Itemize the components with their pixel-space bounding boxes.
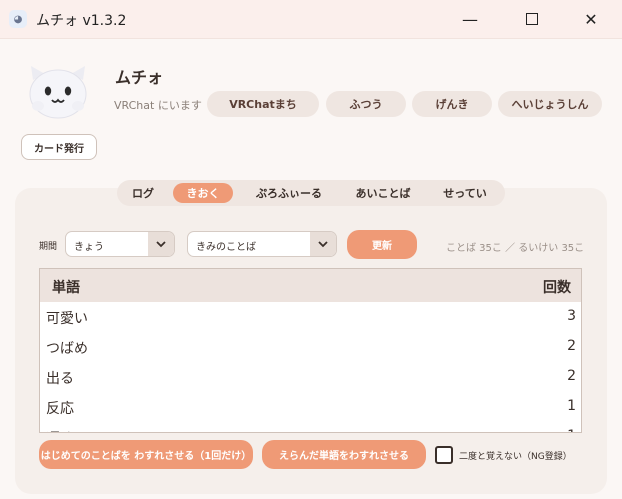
status-pill-vrchat[interactable]: VRChatまち: [207, 91, 319, 117]
table-header: 単語 回数: [40, 269, 581, 302]
row-word: 出る: [46, 371, 74, 387]
row-count: 2: [567, 338, 576, 354]
header-count[interactable]: 回数: [543, 277, 571, 297]
close-icon[interactable]: ✕: [571, 6, 611, 32]
profile-name: ムチォ: [115, 68, 164, 87]
row-count: 1: [567, 428, 576, 432]
status-pill-energy[interactable]: げんき: [412, 91, 492, 117]
row-word: 遅く: [46, 428, 74, 432]
card-issue-button[interactable]: カード発行: [21, 134, 97, 160]
period-select[interactable]: きょう: [65, 231, 175, 257]
period-value: きょう: [74, 242, 104, 253]
mascot-avatar-icon: [29, 66, 87, 119]
ng-register-checkbox[interactable]: [435, 446, 453, 464]
update-button[interactable]: 更新: [347, 230, 417, 259]
tab-memory[interactable]: きおく: [173, 183, 233, 203]
table-row[interactable]: 可愛い 3: [40, 302, 581, 332]
tab-settings[interactable]: せってい: [431, 183, 499, 203]
tab-bar: ログ きおく ぷろふぃーる あいことば せってい: [117, 180, 505, 206]
row-count: 1: [567, 398, 576, 414]
maximize-icon[interactable]: [512, 6, 552, 32]
word-table[interactable]: 単語 回数 可愛い 3 つばめ 2 出る 2 反応 1 遅く 1: [39, 268, 582, 433]
profile-location: VRChat にいます: [114, 99, 202, 112]
row-word: つばめ: [46, 341, 88, 357]
word-type-value: きみのことば: [196, 242, 256, 253]
status-pill-mood[interactable]: ふつう: [326, 91, 406, 117]
app-icon: ◕: [9, 10, 27, 28]
chevron-down-icon: [310, 232, 336, 256]
window-title: ムチォ v1.3.2: [36, 13, 127, 29]
forget-first-words-button[interactable]: はじめてのことばを わすれさせる（1回だけ）: [39, 440, 253, 469]
row-word: 反応: [46, 401, 74, 417]
tab-passwords[interactable]: あいことば: [343, 183, 423, 203]
chevron-down-icon: [148, 232, 174, 256]
status-pill-calm[interactable]: へいじょうしん: [498, 91, 602, 117]
tab-profile[interactable]: ぷろふぃーる: [241, 183, 337, 203]
row-count: 3: [567, 308, 576, 324]
table-row[interactable]: 出る 2: [40, 362, 581, 392]
tab-log[interactable]: ログ: [123, 183, 163, 203]
forget-selected-button[interactable]: えらんだ単語をわすれさせる: [262, 440, 426, 469]
minimize-icon[interactable]: —: [450, 6, 490, 32]
table-row[interactable]: つばめ 2: [40, 332, 581, 362]
word-stats: ことば 35こ ／ るいけい 35こ: [446, 243, 585, 254]
table-row[interactable]: 反応 1: [40, 392, 581, 422]
row-word: 可愛い: [46, 311, 88, 327]
header-word[interactable]: 単語: [52, 277, 80, 297]
table-row[interactable]: 遅く 1: [40, 422, 581, 432]
ng-register-label: 二度と覚えない（NG登録）: [459, 452, 572, 462]
row-count: 2: [567, 368, 576, 384]
period-label: 期間: [39, 242, 58, 252]
word-type-select[interactable]: きみのことば: [187, 231, 337, 257]
title-bar: ◕ ムチォ v1.3.2 — ✕: [0, 0, 622, 39]
